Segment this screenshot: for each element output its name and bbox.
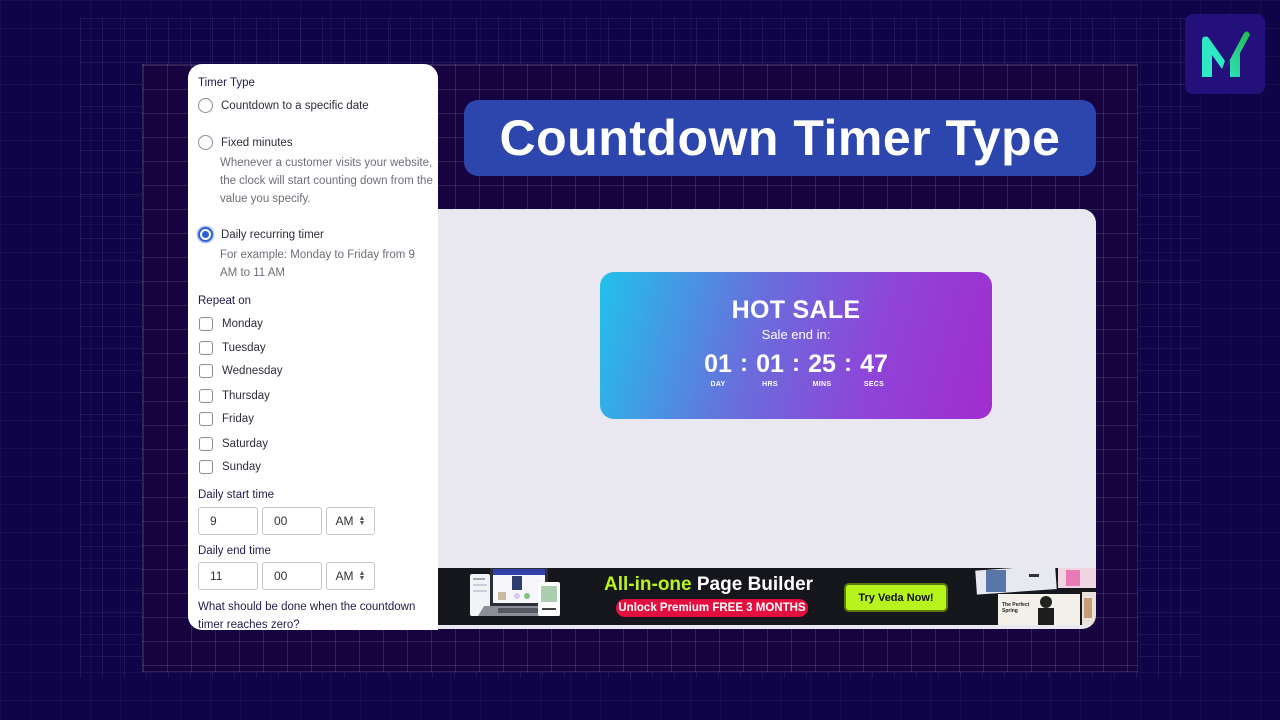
end-time-fields: 11 00 AM ▲ ▼	[198, 562, 375, 590]
timer-value: 47	[860, 350, 888, 378]
start-period-value: AM	[335, 514, 354, 528]
checkbox-icon[interactable]	[199, 364, 213, 378]
checkbox-icon[interactable]	[199, 389, 213, 403]
ad-headline-accent: All-in-one	[604, 574, 692, 595]
checkbox-label: Monday	[222, 318, 263, 330]
timer-separator: :	[844, 350, 852, 377]
end-minute-input[interactable]: 00	[262, 562, 322, 590]
ad-headline-rest: Page Builder	[691, 574, 814, 595]
radio-label: Countdown to a specific date	[221, 99, 369, 112]
timer-unit-minutes: 25 MINS	[802, 350, 842, 388]
ad-headline: All-in-one Page Builder	[604, 574, 813, 596]
radio-checked-icon[interactable]	[198, 227, 213, 242]
radio-unchecked-icon[interactable]	[198, 98, 213, 113]
checkbox-label: Wednesday	[222, 365, 283, 377]
timer-label: HRS	[762, 381, 778, 388]
end-hour-input[interactable]: 11	[198, 562, 258, 590]
timer-label: DAY	[710, 381, 726, 388]
checkbox-icon[interactable]	[199, 412, 213, 426]
checkbox-saturday[interactable]: Saturday	[199, 437, 268, 451]
start-period-select[interactable]: AM ▲ ▼	[326, 507, 375, 535]
end-period-select[interactable]: AM ▲ ▼	[326, 562, 375, 590]
timer-title: HOT SALE	[731, 296, 861, 324]
timer-subtitle: Sale end in:	[761, 327, 831, 342]
timer-preview-panel: HOT SALE Sale end in: 01 DAY : 01 HRS : …	[420, 209, 1096, 629]
timer-digits: 01 DAY : 01 HRS : 25 MINS : 47 SECS	[600, 350, 992, 388]
radio-label: Fixed minutes	[221, 136, 293, 149]
timer-separator: :	[740, 350, 748, 377]
radio-daily-recurring[interactable]: Daily recurring timer	[198, 227, 324, 242]
try-veda-button[interactable]: Try Veda Now!	[844, 583, 948, 612]
page-title: Countdown Timer Type	[499, 110, 1061, 166]
daily-start-time-label: Daily start time	[198, 489, 275, 501]
checkbox-label: Friday	[222, 413, 254, 425]
start-time-fields: 9 00 AM ▲ ▼	[198, 507, 375, 535]
end-period-value: AM	[335, 569, 354, 583]
page-title-banner: Countdown Timer Type	[464, 100, 1096, 176]
radio-label: Daily recurring timer	[221, 228, 324, 241]
checkbox-icon[interactable]	[199, 341, 213, 355]
checkbox-sunday[interactable]: Sunday	[199, 460, 261, 474]
radio-countdown-specific-date[interactable]: Countdown to a specific date	[198, 98, 369, 113]
checkbox-tuesday[interactable]: Tuesday	[199, 341, 266, 355]
radio-fixed-minutes[interactable]: Fixed minutes	[198, 135, 293, 150]
timer-type-label: Timer Type	[198, 77, 255, 89]
ad-offer-pill: Unlock Premium FREE 3 MONTHS	[616, 599, 808, 617]
timer-settings-panel: Timer Type Countdown to a specific date …	[188, 64, 438, 630]
start-hour-input[interactable]: 9	[198, 507, 258, 535]
timer-label: SECS	[863, 381, 885, 388]
start-minute-input[interactable]: 00	[262, 507, 322, 535]
timer-label: MINS	[812, 381, 832, 388]
checkbox-friday[interactable]: Friday	[199, 412, 254, 426]
select-updown-icon: ▲ ▼	[358, 570, 366, 582]
checkbox-label: Sunday	[222, 461, 262, 473]
checkbox-label: Thursday	[222, 390, 270, 402]
select-updown-icon: ▲ ▼	[358, 515, 366, 527]
laptop-mockup-image	[470, 568, 560, 616]
timer-value: 25	[808, 350, 836, 378]
fashion-photos-image: The Perfect Spring	[975, 568, 1096, 625]
timer-value: 01	[704, 350, 732, 378]
checkbox-monday[interactable]: Monday	[199, 317, 263, 331]
checkbox-wednesday[interactable]: Wednesday	[199, 364, 283, 378]
svg-text:Spring: Spring	[1002, 608, 1018, 614]
fixed-minutes-help: Whenever a customer visits your website,…	[220, 157, 433, 205]
daily-end-time-label: Daily end time	[198, 545, 271, 557]
checkbox-icon[interactable]	[199, 317, 213, 331]
timer-value: 01	[756, 350, 784, 378]
timer-unit-day: 01 DAY	[698, 350, 738, 388]
logo-m-icon	[1202, 31, 1250, 77]
radio-unchecked-icon[interactable]	[198, 135, 213, 150]
promo-ad-banner[interactable]: All-in-one Page Builder Unlock Premium F…	[438, 568, 1096, 625]
countdown-timer-widget: HOT SALE Sale end in: 01 DAY : 01 HRS : …	[600, 272, 992, 419]
timer-unit-hours: 01 HRS	[750, 350, 790, 388]
zero-action-question: What should be done when the countdown t…	[198, 601, 416, 630]
repeat-on-label: Repeat on	[198, 295, 252, 307]
checkbox-label: Tuesday	[222, 342, 266, 354]
timer-separator: :	[792, 350, 800, 377]
brand-logo	[1185, 14, 1265, 94]
checkbox-icon[interactable]	[199, 437, 213, 451]
timer-unit-seconds: 47 SECS	[854, 350, 894, 388]
checkbox-label: Saturday	[222, 438, 269, 450]
daily-recurring-help: For example: Monday to Friday from 9 AM …	[220, 249, 415, 279]
checkbox-thursday[interactable]: Thursday	[199, 389, 270, 403]
checkbox-icon[interactable]	[199, 460, 213, 474]
